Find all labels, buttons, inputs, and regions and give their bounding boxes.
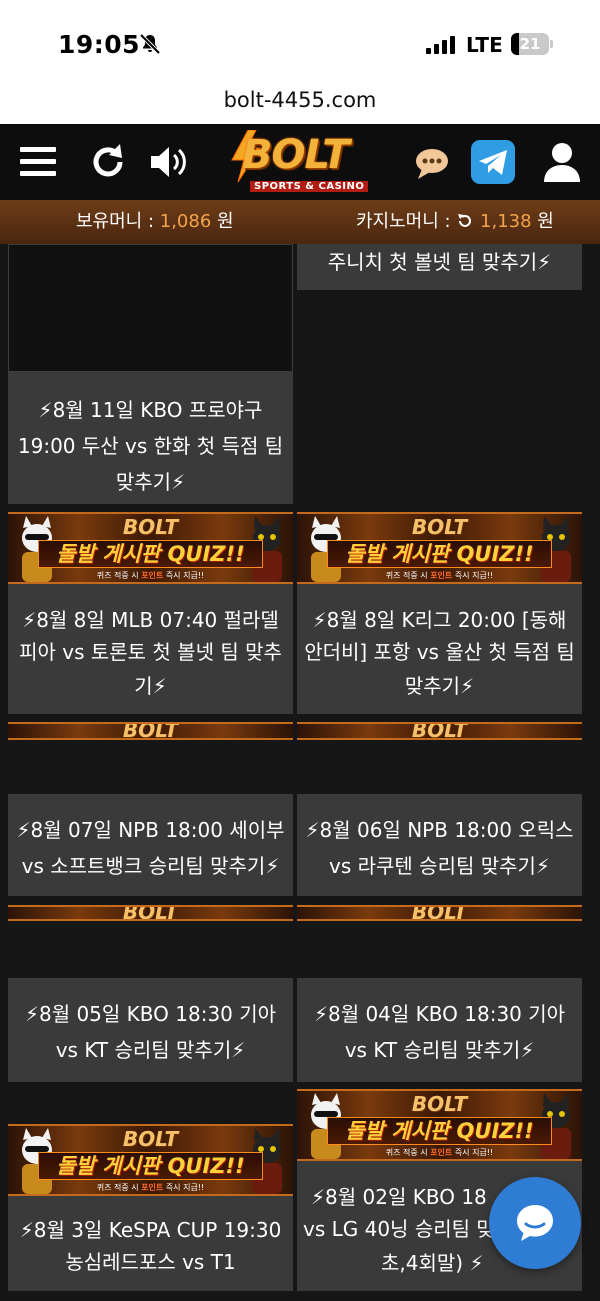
banner-title: 돌발 게시판 QUIZ!! [38,1152,263,1180]
menu-icon[interactable] [14,138,62,186]
banner-title: 돌발 게시판 QUIZ!! [327,540,552,568]
money-balance: 보유머니 : 1,086 원 [76,200,234,244]
quiz-banner[interactable]: BOLT 돌발 게시판 QUIZ!! 퀴즈 적중 시 포인트 즉시 지급!! [297,1089,582,1161]
casino-value: 1,138 [480,211,532,232]
post-card[interactable]: ⚡8월 3일 KeSPA CUP 19:30 농심레드포스 vs T1 [8,1196,293,1291]
balance-bar: 보유머니 : 1,086 원 카지노머니 : 1,138 원 [0,200,600,244]
post-thumbnail[interactable] [8,244,293,372]
money-value: 1,086 [159,211,212,232]
post-title: ⚡8월 8일 MLB 07:40 펄라델 [22,608,279,632]
post-title: ⚡8월 11일 KBO 프로야구 [38,398,263,422]
post-title: ⚡8월 8일 K리그 20:00 [동해 [312,608,567,632]
casino-balance: 카지노머니 : 1,138 원 [356,200,554,244]
post-title: ⚡8월 3일 KeSPA CUP 19:30 [19,1218,282,1242]
banner-logo: BOLT [411,515,468,539]
casino-unit: 원 [531,211,554,232]
signal-icon [426,36,455,54]
banner-title: 돌발 게시판 QUIZ!! [38,540,263,568]
banner-subtitle: 퀴즈 적중 시 포인트 즉시 지급!! [96,571,205,580]
post-card[interactable]: 주니치 첫 볼넷 팀 맞추기⚡ [297,244,582,290]
post-card[interactable]: ⚡8월 04일 KBO 18:30 기아 vs KT 승리팀 맞추기⚡ [297,978,582,1082]
banner-logo: BOLT [122,1127,179,1151]
post-title: ⚡8월 05일 KBO 18:30 기아 [24,1002,277,1026]
banner-subtitle: 퀴즈 적중 시 포인트 즉시 지급!! [96,1183,205,1192]
telegram-icon[interactable] [469,138,517,186]
chat-bubble-icon[interactable] [408,138,456,186]
banner-logo: BOLT [411,722,468,740]
battery-level: 21 [519,35,541,53]
post-title: ⚡8월 04일 KBO 18:30 기아 [313,1002,566,1026]
post-title: ⚡8월 06일 NPB 18:00 오릭스 [305,818,574,842]
bell-muted-icon [139,33,161,55]
post-card[interactable]: ⚡8월 05일 KBO 18:30 기아 vs KT 승리팀 맞추기⚡ [8,978,293,1082]
post-title: 안더비] 포항 vs 울산 첫 득점 팀 [304,640,575,664]
quiz-banner[interactable]: BOLT 돌발 게시판 QUIZ!! 퀴즈 적중 시 포인트 즉시 지급!! [8,512,293,584]
post-title: 피아 vs 토론토 첫 볼넷 팀 맞추 [19,640,282,664]
logo-text: BOLT [242,132,350,178]
post-card[interactable]: ⚡8월 07일 NPB 18:00 세이부 vs 소프트뱅크 승리팀 맞추기⚡ [8,794,293,896]
banner-logo: BOLT [122,722,179,740]
quiz-banner-clipped[interactable]: BOLT [297,722,582,740]
quiz-banner-clipped[interactable]: BOLT [8,905,293,921]
money-unit: 원 [211,211,234,232]
site-logo[interactable]: BOLT SPORTS & CASINO [224,130,374,198]
post-card[interactable]: ⚡8월 8일 K리그 20:00 [동해 안더비] 포항 vs 울산 첫 득점 … [297,584,582,714]
post-title: vs KT 승리팀 맞추기⚡ [344,1038,535,1062]
url-bar[interactable]: bolt-4455.com [0,80,600,124]
sound-icon[interactable] [143,138,191,186]
status-time: 19:05 [58,30,141,59]
banner-logo: BOLT [411,905,468,921]
post-card[interactable]: ⚡8월 11일 KBO 프로야구 19:00 두산 vs 한화 첫 득점 팀 맞… [8,372,293,504]
quiz-banner-clipped[interactable]: BOLT [297,905,582,921]
post-card[interactable]: ⚡8월 06일 NPB 18:00 오릭스 vs 라쿠텐 승리팀 맞추기⚡ [297,794,582,896]
banner-subtitle: 퀴즈 적중 시 포인트 즉시 지급!! [385,571,494,580]
post-title: 주니치 첫 볼넷 팀 맞추기⚡ [327,250,552,274]
quiz-banner-clipped[interactable]: BOLT [8,722,293,740]
battery-icon: 21 [511,33,549,55]
chat-icon [517,1205,553,1241]
banner-title: 돌발 게시판 QUIZ!! [327,1117,552,1145]
post-card[interactable]: ⚡8월 8일 MLB 07:40 펄라델 피아 vs 토론토 첫 볼넷 팀 맞추… [8,584,293,714]
post-title: vs 소프트뱅크 승리팀 맞추기⚡ [21,854,280,878]
quiz-banner[interactable]: BOLT 돌발 게시판 QUIZ!! 퀴즈 적중 시 포인트 즉시 지급!! [297,512,582,584]
post-title: vs 라쿠텐 승리팀 맞추기⚡ [329,854,550,878]
banner-subtitle: 퀴즈 적중 시 포인트 즉시 지급!! [385,1148,494,1157]
refresh-small-icon[interactable] [456,212,474,230]
casino-label: 카지노머니 : [356,211,457,232]
banner-logo: BOLT [122,905,179,921]
user-icon[interactable] [538,138,586,186]
post-title: 농심레드포스 vs T1 [65,1250,236,1274]
banner-logo: BOLT [122,515,179,539]
money-label: 보유머니 : [76,211,160,232]
network-label: LTE [466,33,503,57]
refresh-icon[interactable] [84,138,132,186]
post-title: vs KT 승리팀 맞추기⚡ [55,1038,246,1062]
post-title: 맞추기⚡ [404,674,475,698]
post-title: 맞추기⚡ [115,470,186,494]
status-bar: 19:05 LTE 21 [0,0,600,80]
post-title: 기⚡ [134,674,167,698]
live-chat-button[interactable] [489,1177,581,1269]
post-title: 19:00 두산 vs 한화 첫 득점 팀 [17,434,284,458]
post-title: ⚡8월 07일 NPB 18:00 세이부 [16,818,285,842]
banner-logo: BOLT [411,1092,468,1116]
quiz-banner[interactable]: BOLT 돌발 게시판 QUIZ!! 퀴즈 적중 시 포인트 즉시 지급!! [8,1124,293,1196]
logo-subtitle: SPORTS & CASINO [250,181,369,192]
